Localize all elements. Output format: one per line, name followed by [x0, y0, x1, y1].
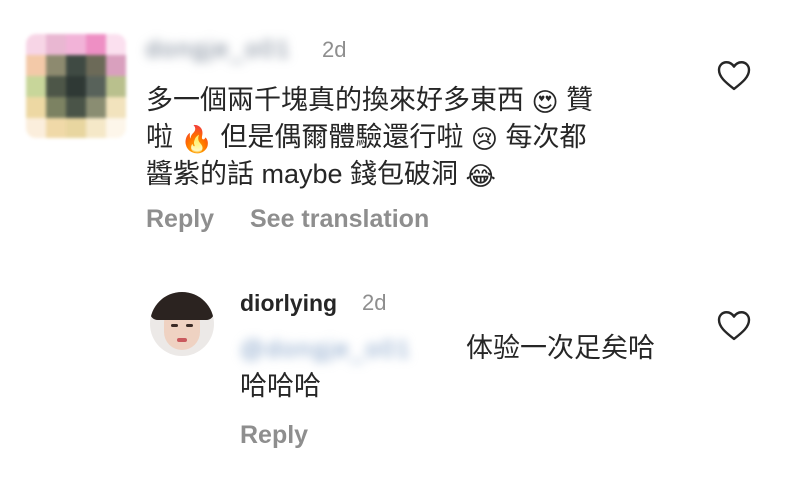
commenter-username[interactable]: dongje_o01 — [146, 36, 291, 64]
comment-line-1: 多一個兩千塊真的換來好多東西 😍 贊 — [146, 85, 594, 117]
crying-emoji-icon: 😢 — [470, 124, 499, 154]
comment-text: 多一個兩千塊真的換來好多東西 😍 贊 啦 🔥 但是偶爾體驗還行啦 😢 每次都 醬… — [146, 82, 593, 193]
commenter-avatar[interactable] — [26, 34, 126, 138]
fire-emoji-icon: 🔥 — [180, 124, 213, 154]
comment-timestamp: 2d — [322, 37, 347, 62]
like-comment-button[interactable] — [716, 58, 752, 92]
heart-eyes-emoji-icon: 😍 — [531, 87, 559, 117]
replier-avatar[interactable] — [150, 292, 214, 356]
reply-text-line-2: 哈哈哈 — [240, 371, 321, 401]
like-reply-button[interactable] — [716, 308, 752, 342]
reply-button[interactable]: Reply — [146, 205, 214, 234]
reply-text-line-1: 体验一次足矣哈 — [466, 333, 655, 363]
comment-line-2: 啦 🔥 但是偶爾體驗還行啦 😢 每次都 — [146, 122, 587, 154]
replier-username[interactable]: diorlying — [240, 290, 337, 317]
comment-line-3: 醬紫的話 maybe 錢包破洞 😂 — [146, 159, 496, 191]
see-translation-button[interactable]: See translation — [250, 205, 429, 234]
heart-outline-icon — [717, 311, 751, 341]
heart-outline-icon — [717, 61, 751, 91]
reply-reply-button[interactable]: Reply — [240, 421, 308, 450]
reply-mention[interactable]: @dongje_o01 — [240, 336, 412, 364]
tears-of-joy-emoji-icon: 😂 — [465, 161, 496, 191]
reply-timestamp: 2d — [362, 290, 387, 315]
